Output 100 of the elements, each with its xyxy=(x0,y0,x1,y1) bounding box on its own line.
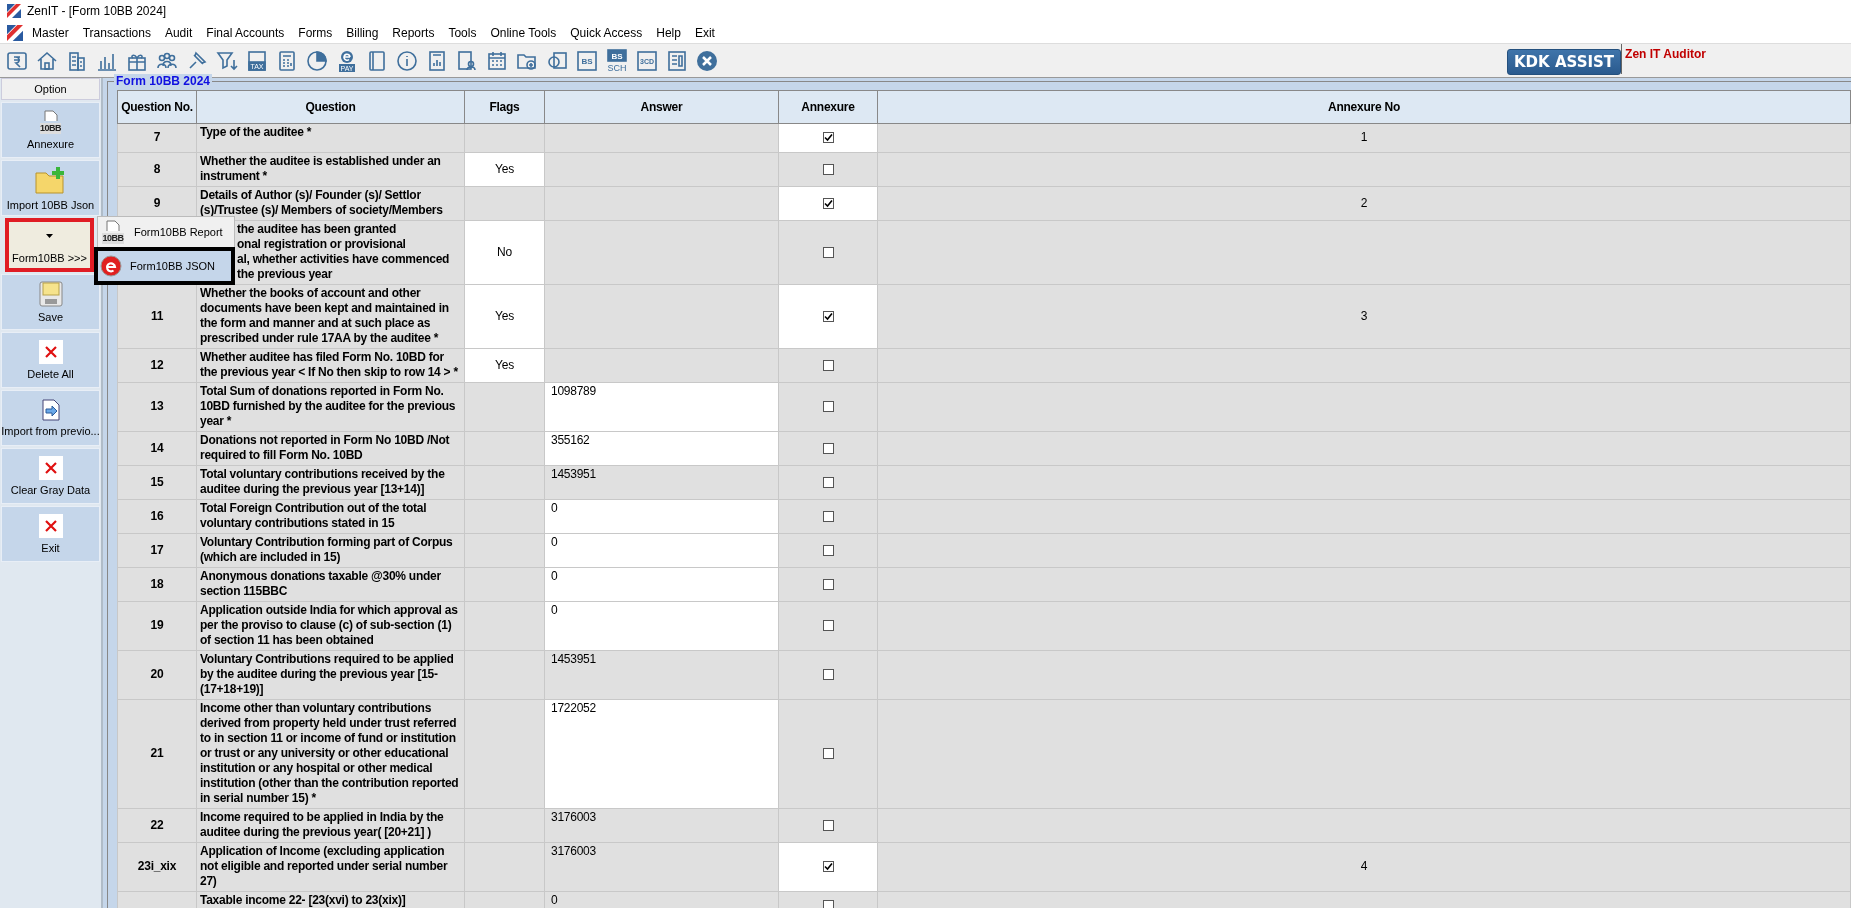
question-cell: Total voluntary contributions received by the auditee during the previous year [13+14)] xyxy=(196,465,465,500)
annexure-checkbox[interactable] xyxy=(822,669,834,681)
answer-cell: 1453951 xyxy=(544,465,779,500)
question-number-cell: 21 xyxy=(117,699,197,809)
question-cell: Whether the books of account and other documents have been kept and maintained in the form and manner and at such place as prescribed under rule 17AA by the auditee * xyxy=(196,284,465,349)
annexure-number-cell: 1 xyxy=(877,123,1851,153)
question-cell: Total Sum of donations reported in Form No. 10BD furnished by the auditee for the previous year * xyxy=(196,382,465,432)
flag-cell[interactable]: Yes xyxy=(464,152,545,187)
kdk-assist-button[interactable]: KDK ASSIST xyxy=(1507,49,1622,75)
annexure-checkbox[interactable] xyxy=(822,900,834,908)
annexure-checkbox[interactable] xyxy=(822,197,834,209)
menu-item[interactable]: Help xyxy=(649,25,688,40)
flag-cell[interactable]: Yes xyxy=(464,348,545,383)
column-header: Question xyxy=(196,90,465,124)
menu-item[interactable]: Online Tools xyxy=(483,25,564,40)
sidebar-button[interactable]: Exit xyxy=(1,506,100,562)
question-number-cell: 12 xyxy=(117,348,197,383)
question-cell: Total Foreign Contribution out of the total voluntary contributions stated in 15 xyxy=(196,499,465,534)
column-header: Annexure xyxy=(778,90,878,124)
sidebar-button[interactable]: Form10BB >>> xyxy=(5,218,94,272)
question-cell: Whether auditee has filed Form No. 10BD for the previous year < If No then skip to row 14 > * xyxy=(196,348,465,383)
flag-cell[interactable]: No xyxy=(464,220,545,285)
sidebar-header: Option xyxy=(1,78,100,100)
menu-item[interactable]: Forms xyxy=(291,25,340,40)
answer-cell[interactable]: 1722052 xyxy=(544,699,779,809)
window-title: ZenIT - [Form 10BB 2024] xyxy=(27,4,167,18)
e-icon xyxy=(100,255,122,277)
group-title: Form 10BB 2024 xyxy=(114,74,213,88)
annexure-checkbox[interactable] xyxy=(822,132,834,144)
annexure-number-cell: 2 xyxy=(877,186,1851,221)
answer-cell: 3176003 xyxy=(544,808,779,843)
menu-item[interactable]: Quick Access xyxy=(563,25,650,40)
menu-item[interactable]: Audit xyxy=(157,25,200,40)
answer-cell[interactable]: 0 xyxy=(544,601,779,651)
answer-cell[interactable]: 1098789 xyxy=(544,382,779,432)
annexure-checkbox[interactable] xyxy=(822,476,834,488)
app-logo-icon xyxy=(7,4,21,18)
answer-cell[interactable]: 355162 xyxy=(544,431,779,466)
answer-cell[interactable]: 0 xyxy=(544,567,779,602)
menu-item[interactable]: Reports xyxy=(385,25,442,40)
annexure-checkbox[interactable] xyxy=(822,310,834,322)
answer-cell[interactable]: 0 xyxy=(544,533,779,568)
delete-icon xyxy=(38,340,63,364)
question-cell: Type of the auditee * xyxy=(196,123,465,153)
sidebar-button[interactable]: Import from previo... xyxy=(1,390,100,446)
annexure-checkbox[interactable] xyxy=(822,163,834,175)
column-header: Flags xyxy=(464,90,545,124)
annexure-checkbox[interactable] xyxy=(822,510,834,522)
sidebar-button[interactable]: 10BB Annexure xyxy=(1,102,100,158)
annexure-checkbox[interactable] xyxy=(822,819,834,831)
menu-item[interactable]: Billing xyxy=(339,25,386,40)
question-cell: Anonymous donations taxable @30% under section 115BBC xyxy=(196,567,465,602)
question-cell: Income other than voluntary contributions derived from property held under trust referred to in section 11 or income of fund or institution or trust or any university or other educational institution or any hospital or other medical institution (other than the contribution reported in serial number 15) * xyxy=(196,699,465,809)
annexure-checkbox[interactable] xyxy=(822,359,834,371)
question-number-cell: 11 xyxy=(117,284,197,349)
question-number-cell: 23i_xix xyxy=(117,842,197,892)
delete-icon xyxy=(38,456,63,480)
answer-cell[interactable]: 0 xyxy=(544,499,779,534)
annexure-checkbox[interactable] xyxy=(822,861,834,873)
menu-item[interactable]: Tools xyxy=(441,25,484,40)
column-header: Question No. xyxy=(117,90,197,124)
menu-item[interactable]: Master xyxy=(23,25,76,40)
sidebar-button[interactable]: Save xyxy=(1,274,100,330)
app-logo-icon xyxy=(7,24,23,41)
sidebar-button[interactable]: Clear Gray Data xyxy=(1,448,100,504)
question-cell: Donations not reported in Form No 10BD /Not required to fill Form No. 10BD xyxy=(196,431,465,466)
flag-cell[interactable]: Yes xyxy=(464,284,545,349)
question-number-cell: 14 xyxy=(117,431,197,466)
question-cell: Application outside India for which approval as per the proviso to clause (c) of sub-section (1) of section 11 has been obtained xyxy=(196,601,465,651)
question-number-cell: 13 xyxy=(117,382,197,432)
annexure-checkbox[interactable] xyxy=(822,748,834,760)
question-number-cell: 18 xyxy=(117,567,197,602)
question-cell: Details of Author (s)/ Founder (s)/ Settlor (s)/Trustee (s)/ Members of society/Members xyxy=(196,186,465,221)
annexure-checkbox[interactable] xyxy=(822,544,834,556)
menu-item[interactable]: Transactions xyxy=(75,25,158,40)
annexure-checkbox[interactable] xyxy=(822,578,834,590)
annexure-checkbox[interactable] xyxy=(822,442,834,454)
annexure-checkbox[interactable] xyxy=(822,246,834,258)
question-number-cell: 20 xyxy=(117,650,197,700)
menu-item[interactable]: Form10BB JSON xyxy=(94,247,235,285)
annexure-checkbox[interactable] xyxy=(822,401,834,413)
menu-item[interactable]: Final Accounts xyxy=(199,25,292,40)
annexure-number-cell: 3 xyxy=(877,284,1851,349)
caret-icon xyxy=(46,234,53,238)
question-cell: Income required to be applied in India by the auditee during the previous year( [20+21] ) xyxy=(196,808,465,843)
sidebar-button[interactable]: Delete All xyxy=(1,332,100,388)
import-icon xyxy=(41,399,60,421)
menu-item[interactable]: Exit xyxy=(687,25,722,40)
question-cell: Voluntary Contribution forming part of Corpus (which are included in 15) xyxy=(196,533,465,568)
delete-icon xyxy=(38,514,63,538)
question-number-cell: 19 xyxy=(117,601,197,651)
question-number-cell: 8 xyxy=(117,152,197,187)
question-number-cell: 17 xyxy=(117,533,197,568)
annexure-checkbox[interactable] xyxy=(822,620,834,632)
sidebar-button[interactable]: Import 10BB Json xyxy=(1,160,100,216)
column-header: Annexure No xyxy=(877,90,1851,124)
question-number-cell: 15 xyxy=(117,465,197,500)
question-number-cell: 16 xyxy=(117,499,197,534)
icon-label: BS xyxy=(611,51,623,61)
question-cell: Application of Income (excluding application not eligible and reported under serial number 27) xyxy=(196,842,465,892)
